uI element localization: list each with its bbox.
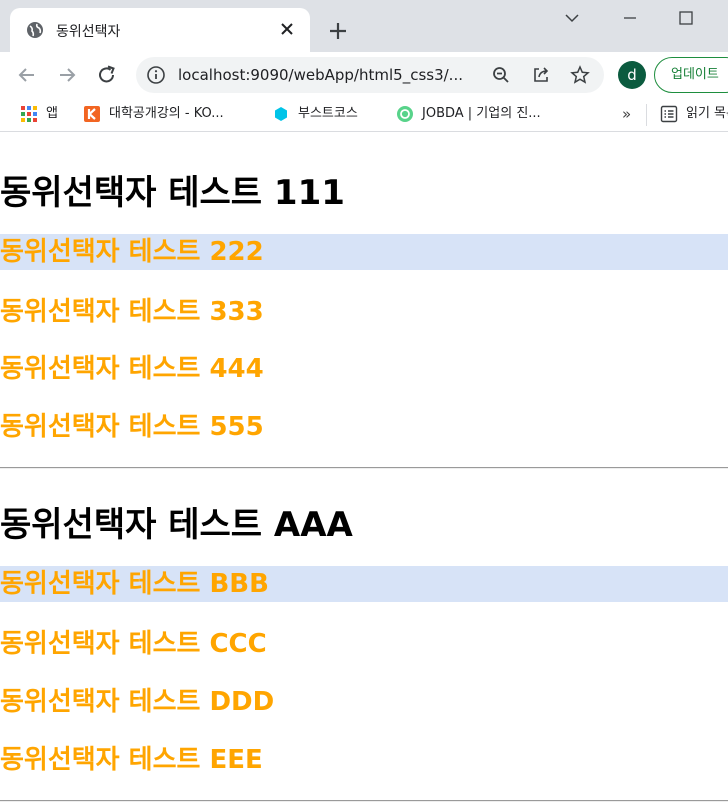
site-info-icon[interactable] (146, 65, 166, 85)
bookmark-jobda[interactable]: JOBDA | 기업의 진... (396, 104, 541, 126)
group1-item: 동위선택자 테스트 555 (0, 412, 264, 442)
group2-item: 동위선택자 테스트 EEE (0, 745, 263, 775)
group2-item-adjacent: 동위선택자 테스트 BBB (0, 566, 728, 602)
close-tab-icon[interactable] (276, 18, 298, 40)
reading-list-icon (660, 105, 678, 122)
bookmark-label: 대학공개강의 - KO... (109, 106, 224, 121)
horizontal-rule (0, 800, 728, 802)
group2-item: 동위선택자 테스트 CCC (0, 629, 267, 659)
update-button[interactable]: 업데이트 (654, 57, 728, 93)
browser-toolbar: localhost:9090/webApp/html5_css3/... d 업… (0, 52, 728, 98)
forward-icon[interactable] (54, 62, 80, 88)
group1-item: 동위선택자 테스트 333 (0, 297, 264, 327)
bookmarks-divider (646, 104, 647, 126)
jobda-icon (397, 105, 413, 122)
page-content: 동위선택자 테스트 111 동위선택자 테스트 222 동위선택자 테스트 33… (0, 138, 728, 809)
reading-list-label: 읽기 목록 (686, 106, 728, 121)
bookmark-label: JOBDA | 기업의 진... (422, 106, 541, 121)
group2-heading: 동위선택자 테스트 AAA (0, 505, 353, 545)
tab-title: 동위선택자 (56, 24, 121, 40)
bookmark-kocw[interactable]: 대학공개강의 - KO... (83, 104, 224, 126)
profile-avatar[interactable]: d (618, 61, 646, 89)
boostcourse-icon (275, 106, 287, 121)
globe-icon (27, 22, 43, 38)
minimize-icon[interactable] (616, 8, 644, 28)
bookmark-label: 앱 (46, 106, 58, 121)
address-bar[interactable]: localhost:9090/webApp/html5_css3/... (136, 57, 604, 93)
group1-item: 동위선택자 테스트 444 (0, 354, 264, 384)
url-text[interactable]: localhost:9090/webApp/html5_css3/... (178, 66, 463, 84)
bookmark-star-icon[interactable] (570, 65, 590, 85)
apps-grid-icon (21, 105, 37, 122)
more-bookmarks-chevron-icon[interactable]: » (622, 105, 631, 123)
group1-heading: 동위선택자 테스트 111 (0, 173, 345, 213)
tab-search-chevron-icon[interactable] (558, 8, 586, 28)
reading-list[interactable]: 읽기 목록 (660, 104, 728, 126)
active-tab[interactable]: 동위선택자 (10, 8, 310, 52)
group1-item-adjacent: 동위선택자 테스트 222 (0, 234, 728, 270)
back-icon[interactable] (14, 62, 40, 88)
kocw-icon (84, 105, 100, 122)
new-tab-icon[interactable] (325, 18, 351, 44)
bookmark-apps[interactable]: 앱 (20, 104, 58, 126)
share-icon[interactable] (531, 65, 551, 85)
tab-strip: 동위선택자 (0, 0, 728, 52)
bookmark-boostcourse[interactable]: 부스트코스 (272, 104, 358, 126)
zoom-icon[interactable] (491, 65, 511, 85)
group2-item: 동위선택자 테스트 DDD (0, 687, 275, 717)
bookmarks-bar: 앱 대학공개강의 - KO... 부스트코스 JOBDA | 기업의 진... … (0, 98, 728, 132)
horizontal-rule (0, 467, 728, 469)
maximize-icon[interactable] (672, 8, 700, 28)
reload-icon[interactable] (94, 62, 120, 88)
bookmark-label: 부스트코스 (298, 106, 358, 121)
